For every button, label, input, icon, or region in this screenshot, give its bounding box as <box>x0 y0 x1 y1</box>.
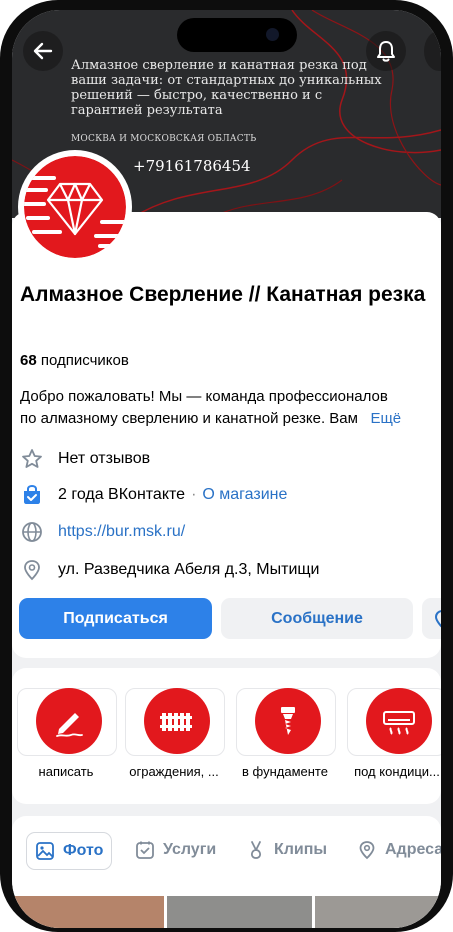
description: Добро пожаловать! Мы — команда профессио… <box>20 386 441 430</box>
logo <box>24 156 126 258</box>
description-line-2-text: по алмазному сверлению и канатной резке.… <box>20 410 358 427</box>
cover-tagline: Алмазное сверление и канатная резка под … <box>71 58 382 118</box>
pen-icon <box>36 688 102 754</box>
dynamic-island <box>177 18 297 52</box>
address-row[interactable]: ул. Разведчика Абеля д.3, Мытищи <box>20 558 319 582</box>
description-line-2: по алмазному сверлению и канатной резке.… <box>20 408 441 430</box>
tab-label: Фото <box>63 842 104 859</box>
category-label: написать <box>38 764 94 779</box>
category-label: под кондици... <box>354 764 440 779</box>
tab-label: Клипы <box>274 841 328 858</box>
category-label: ограждения, ... <box>129 764 219 779</box>
category-tile-fence[interactable] <box>125 688 225 756</box>
age-row: 2 года ВКонтакте · О магазине <box>20 483 287 507</box>
separator-dot: · <box>191 486 197 503</box>
tab-services[interactable]: Услуги <box>135 832 216 868</box>
services-icon <box>135 840 155 860</box>
message-button[interactable]: Сообщение <box>221 598 413 639</box>
cover-phone: +79161786454 <box>133 157 251 175</box>
category-label: в фундаменте <box>242 764 328 779</box>
description-line-1: Добро пожаловать! Мы — команда профессио… <box>20 388 388 405</box>
globe-icon <box>20 520 44 544</box>
categories-card: написать ограждения, ... в фундаменте по… <box>12 668 441 804</box>
drill-icon <box>255 688 321 754</box>
verified-shop-icon <box>20 483 44 507</box>
more-actions-button[interactable] <box>422 598 441 639</box>
location-icon <box>434 609 441 627</box>
about-shop-link[interactable]: О магазине <box>202 486 287 504</box>
notifications-button[interactable] <box>366 31 406 71</box>
site-row[interactable]: https://bur.msk.ru/ <box>20 520 185 544</box>
photo-thumbnail[interactable] <box>12 896 164 928</box>
site-link[interactable]: https://bur.msk.ru/ <box>58 523 185 541</box>
location-pin-icon <box>20 558 44 582</box>
category-tile-write[interactable] <box>17 688 117 756</box>
arrow-left-icon <box>33 42 53 60</box>
photo-icon <box>35 841 55 861</box>
category-tile-conditioner[interactable] <box>347 688 441 756</box>
photo-thumbnail[interactable] <box>315 896 441 928</box>
subscribers-count[interactable]: 68 подписчиков <box>20 352 129 369</box>
subscribe-button[interactable]: Подписаться <box>19 598 212 639</box>
age-text: 2 года ВКонтакте <box>58 486 186 503</box>
avatar[interactable] <box>18 150 132 264</box>
fence-icon <box>144 688 210 754</box>
page-title: Алмазное Сверление // Канатная резка <box>20 283 426 306</box>
clips-icon <box>246 840 266 860</box>
reviews-text: Нет отзывов <box>58 450 151 467</box>
reviews-row[interactable]: Нет отзывов <box>20 447 150 471</box>
location-icon <box>357 840 377 860</box>
subscribers-label: подписчиков <box>40 352 129 369</box>
app-screen: Алмазное сверление и канатная резка под … <box>12 10 441 928</box>
tab-photos[interactable]: Фото <box>26 832 113 870</box>
description-more-link[interactable]: Ещё <box>370 410 401 427</box>
air-conditioner-icon <box>366 688 432 754</box>
photo-thumbnail[interactable] <box>167 896 312 928</box>
camera-icon <box>266 28 279 41</box>
bell-icon <box>377 41 395 62</box>
tab-addresses[interactable]: Адреса <box>357 832 441 868</box>
category-tile-foundation[interactable] <box>236 688 336 756</box>
tab-clips[interactable]: Клипы <box>246 832 327 868</box>
subscribers-number: 68 <box>20 352 37 369</box>
content-tabs-card: Фото Услуги Клипы Адреса <box>12 816 441 928</box>
address-text: ул. Разведчика Абеля д.3, Мытищи <box>58 561 320 578</box>
back-button[interactable] <box>23 31 63 71</box>
star-icon <box>20 447 44 471</box>
profile-card <box>12 212 441 658</box>
cover-region: МОСКВА И МОСКОВСКАЯ ОБЛАСТЬ <box>71 134 257 144</box>
phone-frame: Алмазное сверление и канатная резка под … <box>0 0 453 932</box>
tab-label: Адреса <box>385 841 441 858</box>
tab-label: Услуги <box>163 841 217 858</box>
